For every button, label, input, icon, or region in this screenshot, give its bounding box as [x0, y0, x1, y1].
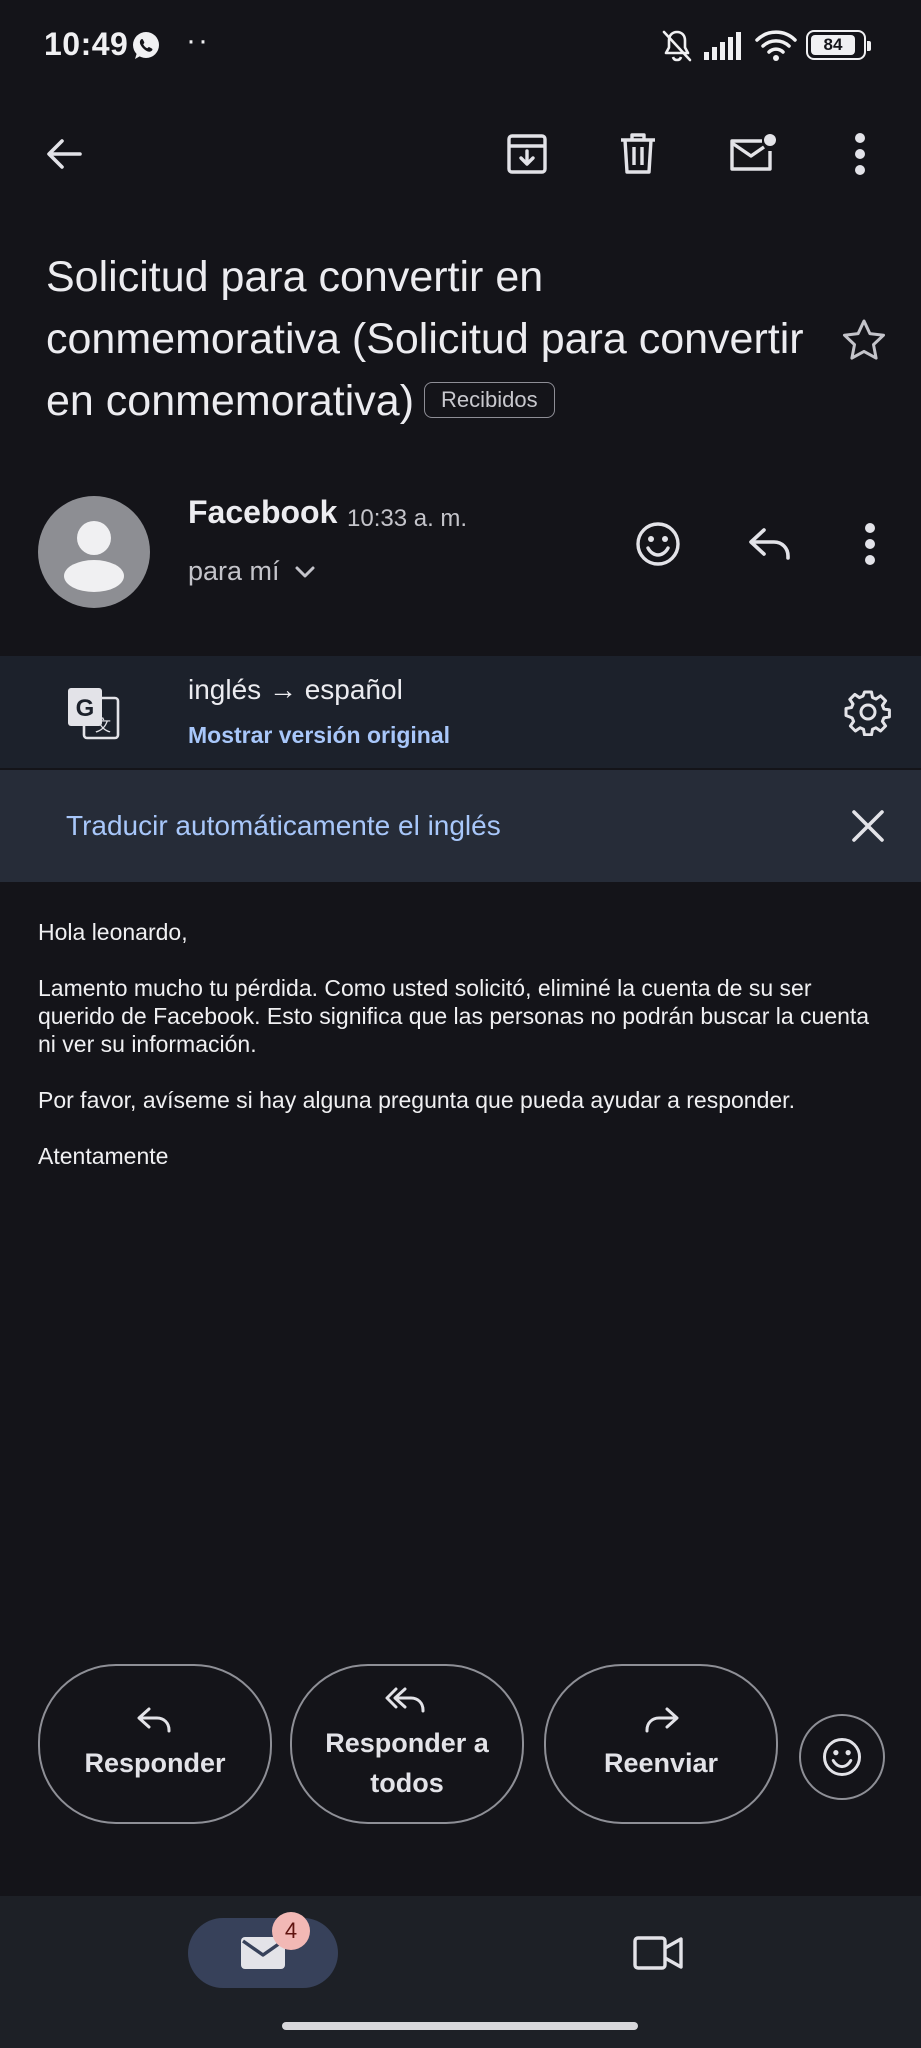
chevron-down-icon [295, 566, 315, 577]
bell-off-icon [660, 28, 694, 64]
forward-icon [645, 1707, 679, 1733]
close-auto-translate-button[interactable] [838, 796, 898, 856]
back-button[interactable] [34, 124, 94, 184]
reply-all-icon [385, 1687, 425, 1713]
translation-settings-button[interactable] [838, 682, 898, 742]
nav-meet-tab[interactable] [626, 1922, 692, 1984]
body-paragraph: Lamento mucho tu pérdida. Como usted sol… [38, 975, 870, 1057]
back-arrow-icon [47, 139, 82, 169]
reply-all-action-button[interactable]: Responder a todos [290, 1664, 524, 1824]
nav-mail-tab[interactable] [188, 1918, 338, 1988]
star-icon [843, 319, 885, 360]
show-original-link[interactable]: Mostrar versión original [188, 722, 450, 749]
mark-unread-button[interactable] [722, 124, 782, 184]
auto-translate-link[interactable]: Traducir automáticamente el inglés [66, 810, 501, 842]
archive-icon [507, 134, 547, 174]
sender-avatar[interactable] [38, 496, 150, 608]
forward-action-button[interactable]: Reenviar [544, 1664, 778, 1824]
battery-icon: 84 [806, 30, 871, 60]
message-more-button[interactable] [840, 514, 900, 574]
mail-badge: 4 [272, 1912, 310, 1950]
more-vert-icon [855, 133, 865, 175]
svg-text:文: 文 [95, 717, 111, 735]
reply-label: Responder [84, 1748, 226, 1778]
archive-button[interactable] [497, 124, 557, 184]
status-bar: 10:49 ·· 84 [0, 0, 921, 96]
email-subject: Solicitud para convertir en conmemorativ… [46, 246, 816, 432]
delete-button[interactable] [608, 124, 668, 184]
body-paragraph: Por favor, avíseme si hay alguna pregunt… [38, 1087, 795, 1113]
emoji-icon [823, 1738, 861, 1776]
close-icon [852, 810, 884, 842]
emoji-icon [636, 522, 680, 566]
reply-all-label: Responder a todos [325, 1728, 489, 1798]
video-camera-icon [633, 1936, 683, 1970]
home-indicator[interactable] [282, 2022, 638, 2030]
recipient-text: para mí [188, 556, 280, 586]
gear-icon [844, 690, 891, 736]
forward-label: Reenviar [603, 1748, 719, 1778]
reply-button[interactable] [740, 514, 800, 574]
inbox-label-chip[interactable]: Recibidos [424, 381, 555, 418]
person-icon [64, 521, 124, 592]
react-action-button[interactable] [799, 1714, 885, 1800]
delete-icon [621, 133, 655, 174]
battery-level: 84 [823, 35, 843, 54]
reply-action-button[interactable]: Responder [38, 1664, 272, 1824]
mark-unread-icon [730, 134, 776, 171]
email-time: 10:33 a. m. [347, 505, 468, 532]
recipient-toggle[interactable]: para mí [188, 556, 316, 587]
translate-icon: G文 [64, 684, 122, 742]
status-time: 10:49 [44, 26, 129, 62]
sender-name[interactable]: Facebook [188, 494, 337, 531]
translation-languages: inglés → español [188, 674, 403, 705]
notification-dots: ·· [186, 24, 210, 57]
body-closing: Atentamente [38, 1143, 169, 1169]
whatsapp-icon [130, 30, 162, 62]
add-reaction-button[interactable] [628, 514, 688, 574]
star-button[interactable] [834, 310, 894, 370]
reply-icon [137, 1707, 171, 1733]
email-body: Hola leonardo, Lamento mucho tu pérdida.… [38, 918, 888, 1198]
more-options-button[interactable] [830, 124, 890, 184]
body-greeting: Hola leonardo, [38, 919, 188, 945]
wifi-icon [754, 28, 798, 64]
translation-panel [0, 656, 921, 768]
svg-text:G: G [76, 695, 95, 722]
reply-icon [749, 528, 790, 560]
signal-icon [702, 30, 746, 62]
more-vert-icon [865, 523, 875, 565]
